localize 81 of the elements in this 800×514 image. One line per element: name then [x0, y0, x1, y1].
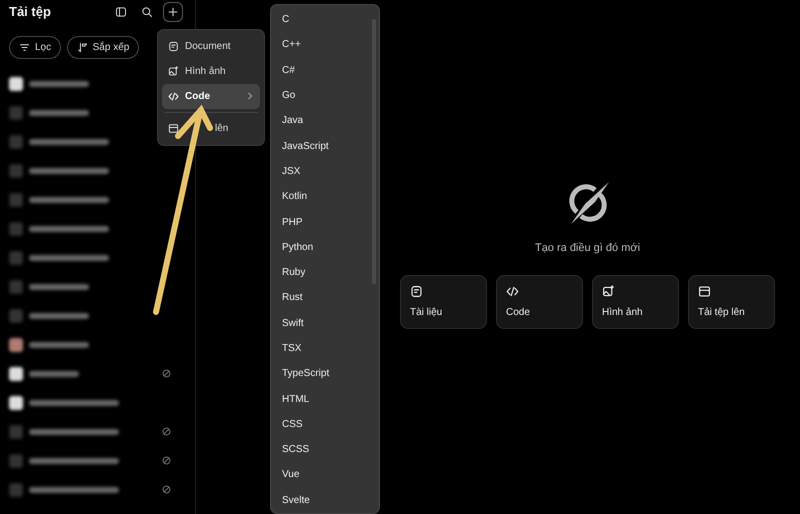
- language-item[interactable]: C#: [271, 58, 379, 83]
- language-item[interactable]: JavaScript: [271, 133, 379, 159]
- language-item[interactable]: TSX: [271, 336, 379, 362]
- language-item[interactable]: SCSS: [271, 437, 379, 462]
- file-thumbnail[interactable]: [9, 134, 23, 148]
- code-icon: [506, 284, 519, 298]
- filter-icon: [19, 42, 30, 53]
- menu-item[interactable]: Document: [162, 34, 260, 59]
- file-thumbnail[interactable]: [9, 482, 23, 496]
- language-item[interactable]: Ruby: [271, 260, 379, 286]
- blurred-file-name[interactable]: [29, 370, 79, 376]
- file-thumbnail[interactable]: [9, 424, 23, 438]
- sort-button[interactable]: Sắp xếp: [66, 36, 140, 59]
- blurred-file-name[interactable]: [29, 226, 109, 232]
- language-item[interactable]: PHP: [271, 209, 379, 235]
- language-item[interactable]: HTML: [271, 386, 379, 412]
- image-icon: [602, 284, 615, 298]
- filter-button[interactable]: Lọc: [9, 36, 62, 59]
- language-item[interactable]: Kotlin: [271, 184, 379, 210]
- logo-icon: [568, 182, 608, 224]
- blurred-file-name[interactable]: [29, 80, 89, 86]
- create-card[interactable]: Code: [496, 274, 583, 328]
- file-thumbnail[interactable]: [9, 250, 23, 264]
- plus-icon: [167, 6, 179, 18]
- code-icon: [168, 91, 179, 102]
- language-item[interactable]: CSS: [271, 412, 379, 438]
- blurred-file-name[interactable]: [29, 486, 119, 492]
- language-item[interactable]: TypeScript: [271, 361, 379, 386]
- file-thumbnail[interactable]: [9, 338, 23, 352]
- sort-icon: [76, 42, 88, 53]
- blurred-file-name[interactable]: [29, 254, 109, 260]
- sidebar-title: Tải tệp: [9, 3, 51, 22]
- file-thumbnail[interactable]: [9, 76, 23, 90]
- document-icon: [168, 41, 179, 52]
- status-icon: [162, 426, 171, 436]
- status-icon: [162, 368, 171, 378]
- language-item[interactable]: C: [271, 7, 379, 32]
- blurred-file-name[interactable]: [29, 196, 109, 202]
- file-thumbnail[interactable]: [9, 164, 23, 178]
- sidebar-icon: [115, 6, 127, 18]
- language-item[interactable]: Vue: [271, 462, 379, 488]
- create-card[interactable]: Tải tệp lên: [688, 274, 775, 328]
- menu-item[interactable]: lên: [162, 116, 260, 141]
- status-icon: [162, 484, 171, 494]
- language-item[interactable]: Python: [271, 234, 379, 260]
- document-icon: [410, 284, 423, 298]
- blurred-file-name[interactable]: [29, 168, 109, 174]
- blurred-file-name[interactable]: [29, 138, 109, 144]
- blurred-file-name[interactable]: [29, 400, 119, 406]
- language-item[interactable]: C++: [271, 32, 379, 58]
- language-item[interactable]: Go: [271, 82, 379, 108]
- blurred-file-name[interactable]: [29, 284, 89, 290]
- language-item[interactable]: Svelte: [271, 488, 379, 513]
- menu-item[interactable]: Hình ảnh: [162, 59, 260, 84]
- file-thumbnail[interactable]: [9, 366, 23, 380]
- language-item[interactable]: Rust: [271, 285, 379, 311]
- status-icon: [162, 456, 171, 465]
- file-thumbnail[interactable]: [9, 192, 23, 206]
- prompt-text: Tạo ra điều gì đó mới: [534, 241, 640, 256]
- create-card[interactable]: Hình ảnh: [592, 274, 679, 328]
- blurred-file-name[interactable]: [29, 428, 119, 434]
- file-thumbnail[interactable]: [9, 106, 23, 120]
- folder-icon: [698, 284, 711, 298]
- menu-item[interactable]: Code: [162, 84, 260, 109]
- blurred-file-name[interactable]: [29, 312, 89, 318]
- language-item[interactable]: Swift: [271, 310, 379, 336]
- blurred-file-name[interactable]: [29, 342, 89, 348]
- create-card[interactable]: Tài liệu: [400, 274, 487, 328]
- file-thumbnail[interactable]: [9, 396, 23, 410]
- file-thumbnail[interactable]: [9, 454, 23, 468]
- file-thumbnail[interactable]: [9, 222, 23, 236]
- file-thumbnail[interactable]: [9, 280, 23, 294]
- add-button[interactable]: [163, 2, 183, 22]
- image-icon: [168, 66, 179, 77]
- blurred-file-name[interactable]: [29, 110, 89, 116]
- language-item[interactable]: JSX: [271, 158, 379, 184]
- language-item[interactable]: Java: [271, 108, 379, 134]
- blurred-file-name[interactable]: [29, 458, 119, 464]
- file-thumbnail[interactable]: [9, 308, 23, 322]
- search-icon: [141, 6, 153, 18]
- folder-icon: [168, 123, 179, 134]
